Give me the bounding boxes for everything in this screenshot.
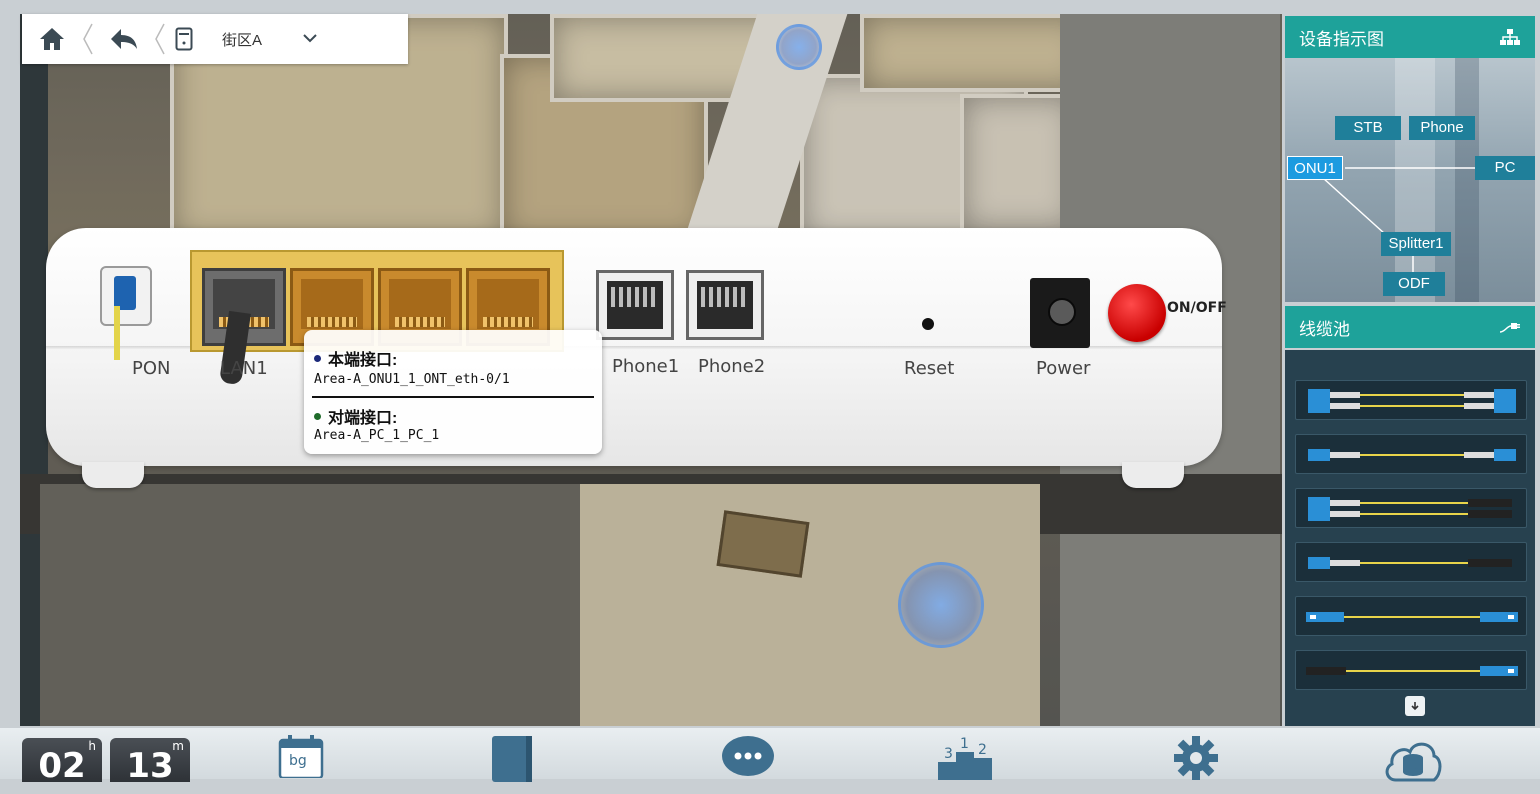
clock-minutes-unit: m xyxy=(172,739,184,753)
cable-item[interactable] xyxy=(1295,380,1527,420)
device-diagram-header: 设备指示图 xyxy=(1285,16,1535,58)
location-pin-icon[interactable] xyxy=(898,562,984,648)
power-switch-button[interactable] xyxy=(1108,284,1166,342)
network-topology-icon[interactable] xyxy=(1499,28,1521,46)
bullet-icon xyxy=(314,354,321,362)
local-interface-label: 本端接口: xyxy=(328,352,398,369)
cable-item[interactable] xyxy=(1295,596,1527,636)
back-button[interactable] xyxy=(94,14,154,64)
pon-port[interactable] xyxy=(100,266,152,326)
clock-minutes: 13 m xyxy=(110,738,190,786)
local-interface-heading: 本端接口: xyxy=(314,346,397,370)
device-icon xyxy=(175,27,193,51)
top-navigation-bar: 街区A xyxy=(22,14,408,64)
elapsed-time-clock: 02 h 13 m xyxy=(22,738,198,786)
phone2-label: Phone2 xyxy=(698,356,766,377)
breadcrumb-separator xyxy=(82,14,94,64)
clock-hours: 02 h xyxy=(22,738,102,786)
node-pc[interactable]: PC xyxy=(1475,156,1535,180)
port-info-tooltip: 本端接口: Area-A_ONU1_1_ONT_eth-0/1 对端接口: Ar… xyxy=(304,330,602,454)
bullet-icon xyxy=(314,412,321,420)
location-dropdown[interactable] xyxy=(302,30,318,48)
node-phone[interactable]: Phone xyxy=(1409,116,1475,140)
onoff-label: ON/OFF xyxy=(1167,300,1227,316)
chat-icon xyxy=(722,736,774,776)
calendar-label: bg xyxy=(289,753,307,769)
back-arrow-icon xyxy=(111,29,137,49)
device-button[interactable] xyxy=(166,14,202,64)
phone1-port[interactable] xyxy=(596,270,674,340)
arrow-down-icon xyxy=(1411,702,1419,711)
local-interface-value: Area-A_ONU1_1_ONT_eth-0/1 xyxy=(314,372,510,387)
reset-label: Reset xyxy=(904,358,955,379)
device-foot xyxy=(82,462,144,488)
notebook-icon xyxy=(492,736,532,782)
pon-connector xyxy=(114,276,136,310)
clock-hours-value: 02 xyxy=(38,746,86,786)
ranking-button[interactable]: 3 1 2 xyxy=(934,734,996,785)
device-foot xyxy=(1122,462,1184,488)
pon-label: PON xyxy=(132,358,171,379)
power-port[interactable] xyxy=(1030,278,1090,348)
chevron-down-icon xyxy=(303,34,317,43)
device-diagram-title: 设备指示图 xyxy=(1299,29,1384,49)
tooltip-divider xyxy=(312,396,594,398)
location-title: 街区A xyxy=(222,31,263,49)
phone1-label: Phone1 xyxy=(612,356,680,377)
node-stb[interactable]: STB xyxy=(1335,116,1401,140)
cable-pool-list xyxy=(1285,350,1535,726)
calendar-button[interactable]: bg xyxy=(278,734,324,783)
database-icon xyxy=(1385,742,1442,782)
svg-text:2: 2 xyxy=(978,742,987,758)
scroll-down-button[interactable] xyxy=(1405,696,1425,716)
home-button[interactable] xyxy=(22,14,82,64)
home-icon xyxy=(40,28,64,50)
reset-button[interactable] xyxy=(922,318,934,330)
cable-item[interactable] xyxy=(1295,488,1527,528)
svg-text:3: 3 xyxy=(944,746,953,762)
cable-pool-title: 线缆池 xyxy=(1299,319,1350,339)
settings-button[interactable] xyxy=(1172,734,1220,787)
breadcrumb-separator xyxy=(154,14,166,64)
remote-interface-heading: 对端接口: xyxy=(314,404,397,428)
lan1-label: LAN1 xyxy=(220,358,268,379)
phone2-port[interactable] xyxy=(686,270,764,340)
pon-fiber-cable xyxy=(114,306,120,360)
bottom-toolbar: 02 h 13 m bg 3 1 2 xyxy=(0,728,1540,786)
cable-item[interactable] xyxy=(1295,650,1527,690)
device-diagram: STB Phone ONU1 PC Splitter1 ODF xyxy=(1285,58,1535,302)
cable-pool-header: 线缆池 xyxy=(1285,306,1535,348)
ranking-icon: 3 1 2 xyxy=(938,736,992,780)
node-splitter1[interactable]: Splitter1 xyxy=(1381,232,1451,256)
clock-minutes-value: 13 xyxy=(126,746,174,786)
ont-device-rear-panel: PON LAN1 Phone1 Phone2 Reset Power ON/OF… xyxy=(46,228,1227,466)
remote-interface-label: 对端接口: xyxy=(328,410,398,427)
clock-hours-unit: h xyxy=(88,739,96,753)
node-onu1[interactable]: ONU1 xyxy=(1287,156,1343,180)
database-button[interactable] xyxy=(1382,734,1444,787)
cable-item[interactable] xyxy=(1295,542,1527,582)
remote-interface-value: Area-A_PC_1_PC_1 xyxy=(314,428,440,443)
power-label: Power xyxy=(1036,358,1091,379)
settings-gear-icon xyxy=(1174,736,1218,780)
chat-button[interactable] xyxy=(720,734,776,785)
cable-plug-icon[interactable] xyxy=(1499,320,1521,334)
svg-text:1: 1 xyxy=(960,736,969,752)
notebook-button[interactable] xyxy=(490,734,536,787)
cable-item[interactable] xyxy=(1295,434,1527,474)
node-odf[interactable]: ODF xyxy=(1383,272,1445,296)
location-pin-icon[interactable] xyxy=(776,24,822,70)
